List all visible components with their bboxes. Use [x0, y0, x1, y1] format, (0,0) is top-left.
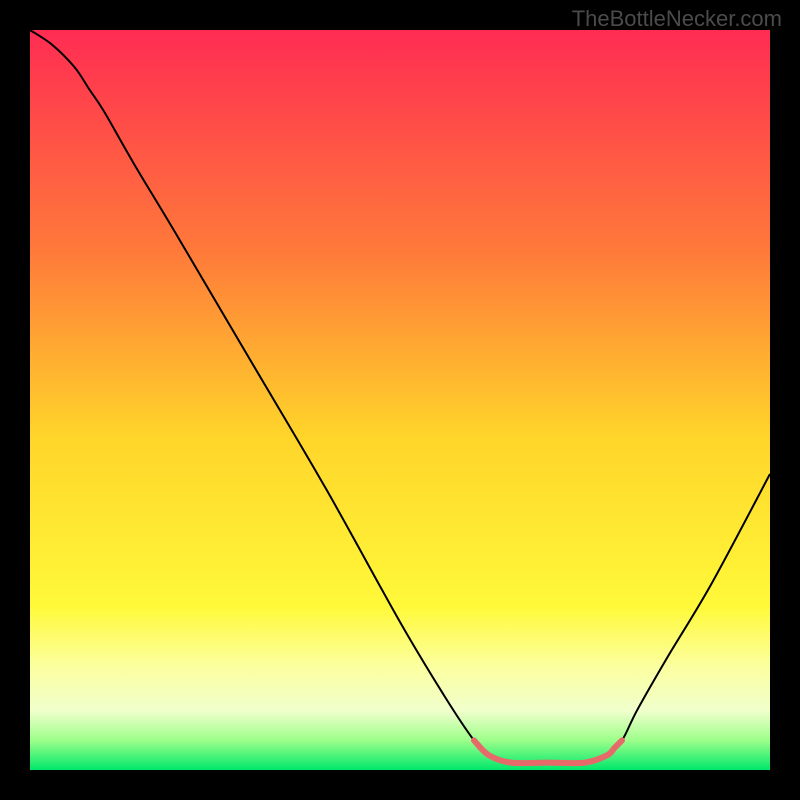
- chart-frame: TheBottleNecker.com: [0, 0, 800, 800]
- plot-area: [30, 30, 770, 770]
- watermark-text: TheBottleNecker.com: [572, 6, 782, 32]
- chart-svg: [30, 30, 770, 770]
- gradient-background: [30, 30, 770, 770]
